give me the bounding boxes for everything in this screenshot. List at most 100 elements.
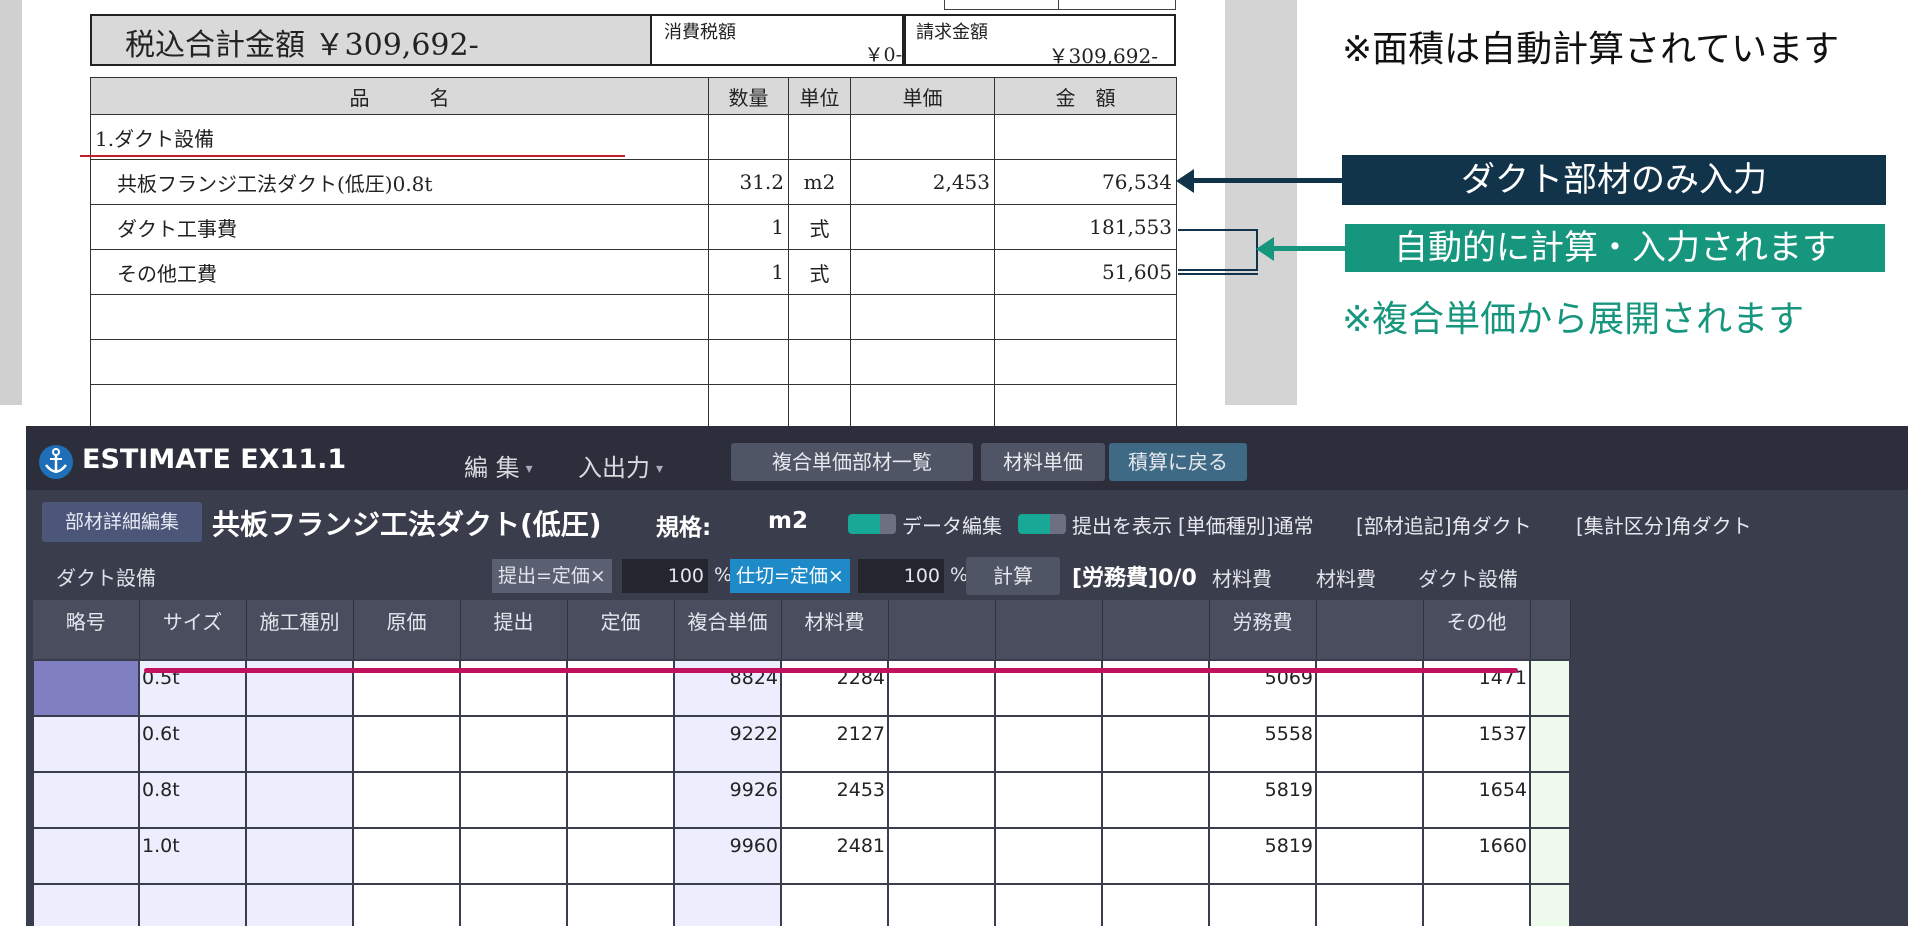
col-composite[interactable]: 複合単価: [674, 600, 782, 660]
cell-code[interactable]: [32, 771, 140, 829]
cell-blank[interactable]: [1315, 883, 1424, 926]
cell-blank[interactable]: [994, 771, 1103, 829]
col-blank-4[interactable]: [1316, 600, 1424, 660]
cell-blank[interactable]: [1315, 771, 1424, 829]
cell-submit[interactable]: [459, 771, 568, 829]
part-detail-edit-button[interactable]: 部材詳細編集: [42, 502, 202, 542]
cell-blank[interactable]: [1101, 827, 1210, 885]
cell-labor[interactable]: 5819: [1208, 827, 1317, 885]
col-blank-5[interactable]: [1530, 600, 1571, 660]
cell-cost[interactable]: [352, 883, 461, 926]
menu-io[interactable]: 入出力 ▾: [578, 448, 663, 483]
col-material[interactable]: 材料費: [781, 600, 889, 660]
col-work-type[interactable]: 施工種別: [246, 600, 354, 660]
material-price-button[interactable]: 材料単価: [981, 443, 1105, 481]
cell-blank[interactable]: [994, 827, 1103, 885]
cell-blank[interactable]: [887, 715, 996, 773]
calculate-button[interactable]: 計算: [966, 557, 1060, 595]
cell-size[interactable]: [138, 883, 247, 926]
menu-edit[interactable]: 編 集 ▾: [464, 448, 533, 483]
col-code[interactable]: 略号: [33, 600, 140, 660]
cell-composite[interactable]: [673, 883, 782, 926]
cell-composite[interactable]: 9960: [673, 827, 782, 885]
cell-size[interactable]: 1.0t: [138, 827, 247, 885]
col-blank-2[interactable]: [995, 600, 1103, 660]
cell-labor[interactable]: 5558: [1208, 715, 1317, 773]
col-size[interactable]: サイズ: [139, 600, 247, 660]
cell-list-price[interactable]: [566, 883, 675, 926]
cell-labor[interactable]: 5819: [1208, 771, 1317, 829]
cell-blank[interactable]: [1315, 827, 1424, 885]
cut-rate-chip[interactable]: 仕切=定価×: [730, 559, 850, 593]
cell-code[interactable]: [32, 883, 140, 926]
back-to-estimate-button[interactable]: 積算に戻る: [1109, 443, 1247, 481]
cell-code[interactable]: [32, 827, 140, 885]
col-labor[interactable]: 労務費: [1209, 600, 1317, 660]
table-row[interactable]: 0.8t 9926 2453 5819 1654: [32, 771, 1571, 829]
cell-labor[interactable]: [1208, 883, 1317, 926]
cell-extra[interactable]: [1529, 659, 1571, 717]
cell-cost[interactable]: [352, 827, 461, 885]
cell-other[interactable]: 1537: [1422, 715, 1531, 773]
cell-blank[interactable]: [887, 771, 996, 829]
cell-blank[interactable]: [1101, 883, 1210, 926]
header-item-name: 品 名: [90, 77, 709, 115]
cell-blank[interactable]: [994, 883, 1103, 926]
cell-blank[interactable]: [1101, 715, 1210, 773]
cell-list-price[interactable]: [566, 771, 675, 829]
cell-list-price[interactable]: [566, 715, 675, 773]
cell-size[interactable]: 0.6t: [138, 715, 247, 773]
cell-material[interactable]: [780, 883, 889, 926]
cell-extra[interactable]: [1529, 715, 1571, 773]
col-blank-3[interactable]: [1102, 600, 1210, 660]
cell-list-price[interactable]: [566, 827, 675, 885]
cell-extra[interactable]: [1529, 827, 1571, 885]
cell-extra[interactable]: [1529, 771, 1571, 829]
cell-work-type[interactable]: [245, 827, 354, 885]
cell-code[interactable]: [32, 659, 140, 717]
cell-blank[interactable]: [887, 883, 996, 926]
composite-price-grid: 略号 サイズ 施工種別 原価 提出 定価 複合単価 材料費 労務費 その他 0.…: [32, 600, 1571, 926]
cut-percent-input[interactable]: 100: [858, 559, 944, 593]
cell-cost[interactable]: [352, 771, 461, 829]
cell-other[interactable]: [1422, 883, 1531, 926]
table-row: [90, 339, 1177, 385]
cell-composite[interactable]: 9926: [673, 771, 782, 829]
cell-extra[interactable]: [1529, 883, 1571, 926]
col-list-price[interactable]: 定価: [567, 600, 675, 660]
row-price: [850, 339, 995, 385]
cell-work-type[interactable]: [245, 883, 354, 926]
cell-composite[interactable]: 9222: [673, 715, 782, 773]
cell-work-type[interactable]: [245, 771, 354, 829]
table-row[interactable]: 1.0t 9960 2481 5819 1660: [32, 827, 1571, 885]
submit-rate-chip[interactable]: 提出=定価×: [492, 559, 612, 593]
col-other[interactable]: その他: [1423, 600, 1531, 660]
cell-size[interactable]: 0.8t: [138, 771, 247, 829]
data-edit-toggle[interactable]: [848, 514, 896, 534]
cell-work-type[interactable]: [245, 715, 354, 773]
cell-code[interactable]: [32, 715, 140, 773]
submit-percent-input[interactable]: 100: [622, 559, 708, 593]
cell-blank[interactable]: [1315, 715, 1424, 773]
composite-list-button[interactable]: 複合単価部材一覧: [731, 443, 973, 481]
show-submit-toggle[interactable]: [1018, 514, 1066, 534]
cell-cost[interactable]: [352, 715, 461, 773]
col-submit[interactable]: 提出: [460, 600, 568, 660]
cell-blank[interactable]: [887, 827, 996, 885]
cell-submit[interactable]: [459, 827, 568, 885]
part-note-label: [部材追記]角ダクト: [1356, 514, 1532, 538]
cell-other[interactable]: 1660: [1422, 827, 1531, 885]
cell-blank[interactable]: [994, 715, 1103, 773]
table-row[interactable]: [32, 883, 1571, 926]
cell-other[interactable]: 1654: [1422, 771, 1531, 829]
cell-material[interactable]: 2127: [780, 715, 889, 773]
cell-material[interactable]: 2481: [780, 827, 889, 885]
cell-material[interactable]: 2453: [780, 771, 889, 829]
col-blank-1[interactable]: [888, 600, 996, 660]
table-row[interactable]: 0.6t 9222 2127 5558 1537: [32, 715, 1571, 773]
cell-submit[interactable]: [459, 715, 568, 773]
col-cost[interactable]: 原価: [353, 600, 461, 660]
cell-submit[interactable]: [459, 883, 568, 926]
cell-blank[interactable]: [1101, 771, 1210, 829]
material-label-2: 材料費: [1316, 567, 1376, 591]
